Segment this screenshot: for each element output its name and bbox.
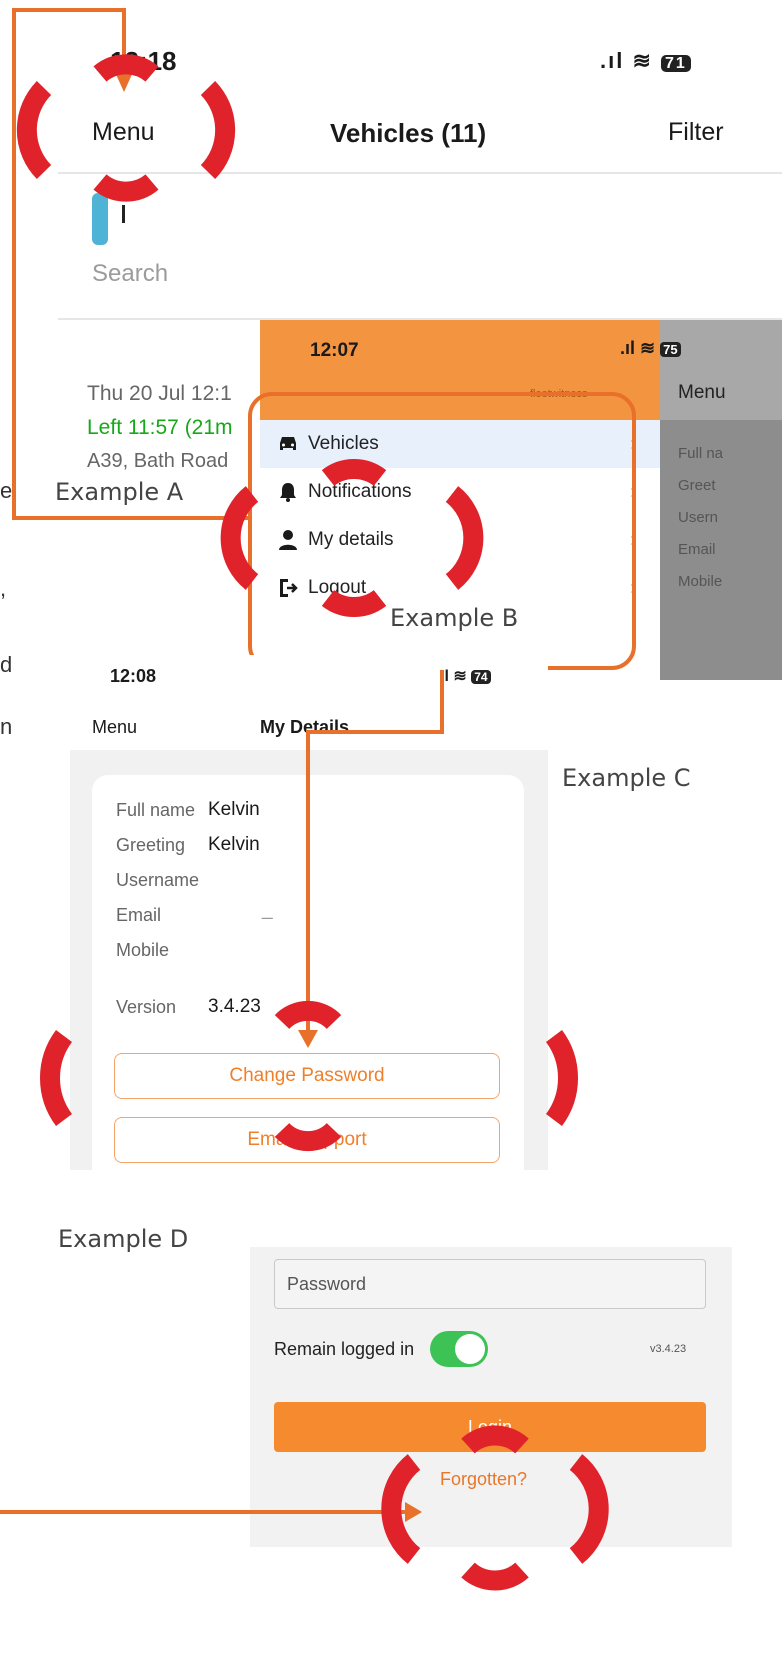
page-title: Vehicles (11) [330, 118, 487, 148]
change-password-button[interactable]: Change Password [114, 1053, 500, 1099]
example-c-label: Example C [562, 764, 691, 792]
wifi-icon: ≋ [632, 48, 653, 73]
dimmed-field: Mobile [678, 573, 723, 590]
field-value: Kelvin [208, 799, 260, 820]
field-label: Username [116, 870, 200, 890]
vehicle-thumbnail [92, 193, 108, 245]
wifi-icon: .ıl ≋ [620, 338, 656, 358]
clipped-text: e [0, 478, 13, 503]
field-label: Full name [116, 800, 196, 820]
toggle-knob [455, 1334, 485, 1364]
status-time: 12:18 [110, 46, 177, 76]
example-d-screenshot: Password Remain logged in v3.4.23 Login … [250, 1247, 732, 1547]
dimmed-field-list: Full na Greet Usern Email Mobile [678, 438, 723, 598]
field-label: Greeting [116, 835, 186, 855]
battery-icon: 75 [660, 342, 681, 357]
login-button[interactable]: Login [274, 1402, 706, 1452]
entry-road: A39, Bath Road [87, 450, 229, 472]
wifi-icon: ıl ≋ [440, 668, 467, 685]
field-value: Kelvin [208, 834, 260, 855]
menu-button[interactable]: Menu [92, 717, 137, 738]
menu-button[interactable]: Menu [92, 118, 155, 147]
status-icons: .ıl ≋ 75 [620, 338, 681, 359]
email-support-button[interactable]: Email Support [114, 1117, 500, 1163]
dimmed-field: Full na [678, 445, 724, 462]
field-label: Mobile [116, 940, 170, 960]
example-c-screenshot: 12:08 ıl ≋ 74 Menu My Details Full name … [70, 655, 548, 1170]
status-time: 12:08 [110, 666, 157, 686]
page-title: My Details [260, 717, 350, 737]
battery-icon: 74 [471, 670, 491, 684]
navigation-bar: 12:08 ıl ≋ 74 Menu My Details [70, 655, 548, 750]
status-icons: ıl ≋ 74 [440, 666, 491, 686]
clipped-text: , [0, 576, 7, 601]
remain-logged-in-label: Remain logged in [274, 1339, 415, 1359]
dimmed-field: Email [678, 541, 716, 558]
filter-button[interactable]: Filter [668, 118, 724, 147]
entry-date: Thu 20 Jul 12:1 [87, 382, 232, 405]
example-a-label: Example A [55, 478, 184, 506]
search-input[interactable]: Search [92, 260, 692, 288]
clipped-text: n [0, 714, 13, 739]
clipped-text: d [0, 652, 13, 677]
example-d-label: Example D [58, 1225, 189, 1253]
field-value: 3.4.23 [208, 996, 261, 1017]
dimmed-field: Usern [678, 509, 719, 526]
dimmed-details-panel: Menu Full na Greet Usern Email Mobile [660, 320, 782, 680]
field-label: Email [116, 905, 162, 925]
dimmed-field: Greet [678, 477, 716, 494]
field-value: _ [262, 899, 273, 920]
status-time: 12:07 [310, 340, 359, 361]
divider [58, 172, 782, 174]
forgotten-password-link[interactable]: Forgotten? [440, 1469, 527, 1490]
entry-left-time: Left 11:57 (21m [87, 416, 233, 439]
battery-icon: 71 [661, 55, 691, 72]
details-card: Full name Kelvin Greeting Kelvin Usernam… [92, 775, 524, 1170]
version-label: v3.4.23 [650, 1343, 687, 1355]
signal-icon: .ıl [600, 48, 625, 73]
status-icons: .ıl ≋ 71 [600, 48, 691, 74]
dimmed-header: Menu [660, 320, 782, 420]
remain-logged-in-toggle[interactable] [430, 1331, 488, 1367]
example-b-label: Example B [390, 604, 519, 632]
vehicle-thumbnail-mark [122, 205, 125, 223]
password-field[interactable]: Password [274, 1259, 706, 1309]
menu-button: Menu [678, 382, 726, 403]
field-label: Version [116, 997, 177, 1017]
